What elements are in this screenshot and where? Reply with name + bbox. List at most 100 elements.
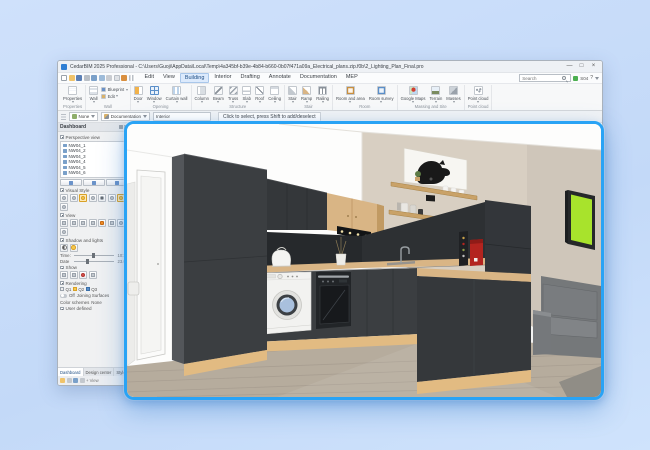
menu-interior[interactable]: Interior	[210, 73, 235, 83]
minimize-button[interactable]: —	[564, 62, 575, 71]
user-badge[interactable]: S04	[580, 76, 588, 81]
update-view-button[interactable]	[83, 179, 105, 186]
room-and-area-button[interactable]: Room and area	[335, 86, 366, 103]
section-shadow-lights[interactable]: Shadow and lights	[60, 238, 128, 243]
search-icon[interactable]	[562, 76, 566, 80]
menu-edit[interactable]: Edit	[141, 73, 158, 83]
menu-drafting[interactable]: Drafting	[237, 73, 264, 83]
cube-icon[interactable]	[73, 378, 78, 383]
zoom-extents-button[interactable]	[60, 228, 68, 236]
front-view-button[interactable]	[70, 219, 78, 227]
save-icon[interactable]	[76, 75, 82, 81]
wall-edit-button[interactable]: Edit	[101, 94, 128, 99]
print-icon[interactable]	[84, 75, 90, 81]
top-view-button[interactable]	[60, 219, 68, 227]
column-button[interactable]: Column	[194, 86, 210, 103]
paint-icon[interactable]	[121, 75, 127, 81]
slab-button[interactable]: Slab	[241, 86, 252, 103]
section-visual-style[interactable]: Visual Style	[60, 188, 128, 193]
truss-button[interactable]: Truss	[227, 86, 239, 103]
door-button[interactable]: Door	[133, 86, 144, 103]
hide-button[interactable]	[79, 271, 87, 279]
pin-icon[interactable]	[119, 125, 123, 129]
section-perspective-view[interactable]: Perspective view	[60, 135, 128, 140]
list-icon[interactable]	[80, 378, 85, 383]
lights-toggle-button[interactable]	[70, 244, 78, 252]
stair-button[interactable]: Stair	[287, 86, 298, 103]
blueprint-button[interactable]: Blueprint	[101, 87, 128, 92]
shadow-toggle-button[interactable]	[60, 244, 68, 252]
list-item[interactable]: NW04_6	[63, 170, 125, 176]
roof-button[interactable]: Roof	[254, 86, 265, 103]
menu-documentation[interactable]: Documentation	[296, 73, 341, 83]
menu-annotate[interactable]: Annotate	[265, 73, 295, 83]
show-selection-button[interactable]	[70, 271, 78, 279]
quality-q3-option[interactable]: Q3	[86, 287, 97, 292]
sync-status-icon[interactable]	[573, 76, 578, 81]
toolbar-grip-icon[interactable]	[61, 114, 66, 120]
undo-icon[interactable]	[91, 75, 97, 81]
new-icon[interactable]	[61, 75, 67, 81]
hidden-line-style-button[interactable]	[70, 194, 78, 202]
pan-button[interactable]	[108, 219, 116, 227]
documentation-dropdown[interactable]: Documentation	[101, 112, 150, 121]
ramp-button[interactable]: Ramp	[300, 86, 313, 103]
slider-thumb[interactable]	[86, 259, 89, 264]
redo-icon[interactable]	[99, 75, 105, 81]
maximize-button[interactable]: □	[576, 62, 587, 71]
window-button[interactable]: Window	[146, 86, 163, 103]
grid-icon[interactable]	[129, 75, 135, 81]
terrain-button[interactable]: Terrain	[428, 86, 443, 103]
show-all-button[interactable]	[60, 271, 68, 279]
quality-q2-option[interactable]: Q2	[73, 287, 84, 292]
help-button[interactable]: ?	[590, 75, 593, 81]
properties-button[interactable]: Properties	[62, 86, 83, 103]
side-view-button[interactable]	[79, 219, 87, 227]
color-schemes-row[interactable]: Color schemes None	[60, 300, 128, 305]
railing-button[interactable]: Railing	[315, 86, 330, 103]
realistic-style-button[interactable]	[89, 194, 97, 202]
add-view-button[interactable]	[60, 179, 82, 186]
ceiling-button[interactable]: Ceiling	[267, 86, 282, 103]
cut-icon[interactable]	[106, 75, 112, 81]
wall-button[interactable]: Wall	[88, 86, 99, 103]
open-icon[interactable]	[69, 75, 75, 81]
section-show[interactable]: Show	[60, 265, 128, 270]
wireframe-style-button[interactable]	[60, 194, 68, 202]
menu-view[interactable]: View	[159, 73, 179, 83]
tab-design-center[interactable]: Design center	[84, 368, 115, 376]
textured-style-button[interactable]	[98, 194, 106, 202]
shaded-style-button[interactable]	[79, 194, 87, 202]
google-maps-button[interactable]: Google Maps	[400, 86, 427, 103]
perspective-button[interactable]	[98, 219, 106, 227]
copy-icon[interactable]	[114, 75, 120, 81]
tab-dashboard[interactable]: Dashboard	[58, 368, 84, 376]
layer-name-input[interactable]	[153, 112, 211, 121]
point-cloud-button[interactable]: Point cloud	[467, 86, 490, 103]
time-slider[interactable]	[74, 255, 114, 256]
curtain-wall-button[interactable]: Curtain wall	[165, 86, 189, 103]
slider-thumb[interactable]	[92, 253, 95, 258]
layers-icon[interactable]	[67, 378, 72, 383]
joining-surfaces-toggle[interactable]: Off Joining Surfaces	[60, 293, 128, 298]
chevron-down-icon[interactable]	[595, 77, 599, 80]
search-input[interactable]	[522, 76, 560, 81]
xray-style-button[interactable]	[60, 203, 68, 211]
menu-mep[interactable]: MEP	[342, 73, 362, 83]
beam-button[interactable]: Beam	[212, 86, 225, 103]
section-view[interactable]: View	[60, 213, 128, 218]
quality-q1-option[interactable]: Q1	[60, 287, 71, 292]
section-user-defined[interactable]: User defined	[60, 306, 128, 311]
sun-icon[interactable]	[60, 378, 65, 383]
masses-button[interactable]: Masses	[445, 86, 461, 103]
menu-building[interactable]: Building	[180, 73, 210, 83]
room-survey-button[interactable]: Room survey	[368, 86, 395, 103]
isolate-button[interactable]	[89, 271, 97, 279]
monochrome-style-button[interactable]	[108, 194, 116, 202]
section-rendering[interactable]: Rendering	[60, 281, 128, 286]
axon-view-button[interactable]	[89, 219, 97, 227]
add-view-label[interactable]: + View	[86, 378, 99, 383]
view-preset-dropdown[interactable]: None	[69, 112, 98, 121]
date-slider[interactable]	[74, 261, 114, 262]
close-button[interactable]: ×	[588, 62, 599, 71]
